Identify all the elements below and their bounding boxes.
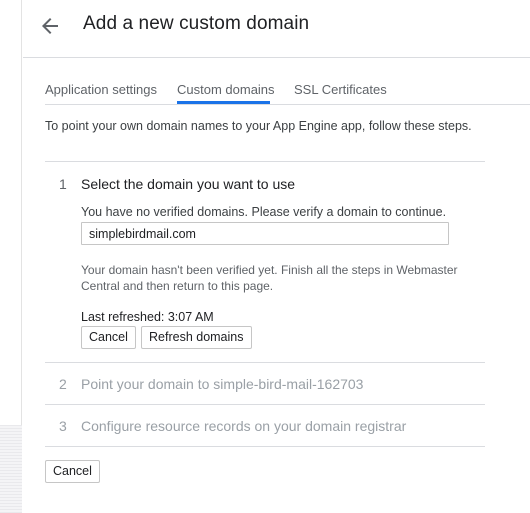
refresh-domains-button[interactable]: Refresh domains [141,326,252,349]
page-header: Add a new custom domain [23,0,530,58]
active-tab-indicator [177,101,270,104]
left-rail-top [0,0,22,58]
step-1-number: 1 [59,176,67,192]
tab-application-settings[interactable]: Application settings [45,82,157,103]
cancel-button[interactable]: Cancel [45,460,100,483]
step-2-number: 2 [59,376,67,392]
domain-select[interactable]: simplebirdmail.com [81,222,449,245]
last-refreshed-text: Last refreshed: 3:07 AM [81,310,214,324]
verification-note: Your domain hasn't been verified yet. Fi… [81,263,458,293]
step-cancel-button[interactable]: Cancel [81,326,136,349]
back-button[interactable] [38,14,62,38]
step-divider [45,362,485,363]
page-title: Add a new custom domain [83,13,310,34]
left-rail-pattern [0,425,22,513]
intro-text: To point your own domain names to your A… [45,119,472,133]
step-3-number: 3 [59,418,67,434]
tab-bar: Application settings Custom domains SSL … [45,72,530,105]
arrow-left-icon [42,18,58,34]
step-1-title: Select the domain you want to use [81,176,296,192]
step-3-title: Configure resource records on your domai… [81,418,407,434]
step-1-description: You have no verified domains. Please ver… [81,205,447,219]
step-divider [45,446,485,447]
tab-ssl-certificates[interactable]: SSL Certificates [294,82,387,103]
step-divider [45,161,485,162]
left-rail [0,0,22,513]
step-divider [45,404,485,405]
tab-custom-domains[interactable]: Custom domains [177,82,275,103]
step-2-title: Point your domain to simple-bird-mail-16… [81,376,364,392]
